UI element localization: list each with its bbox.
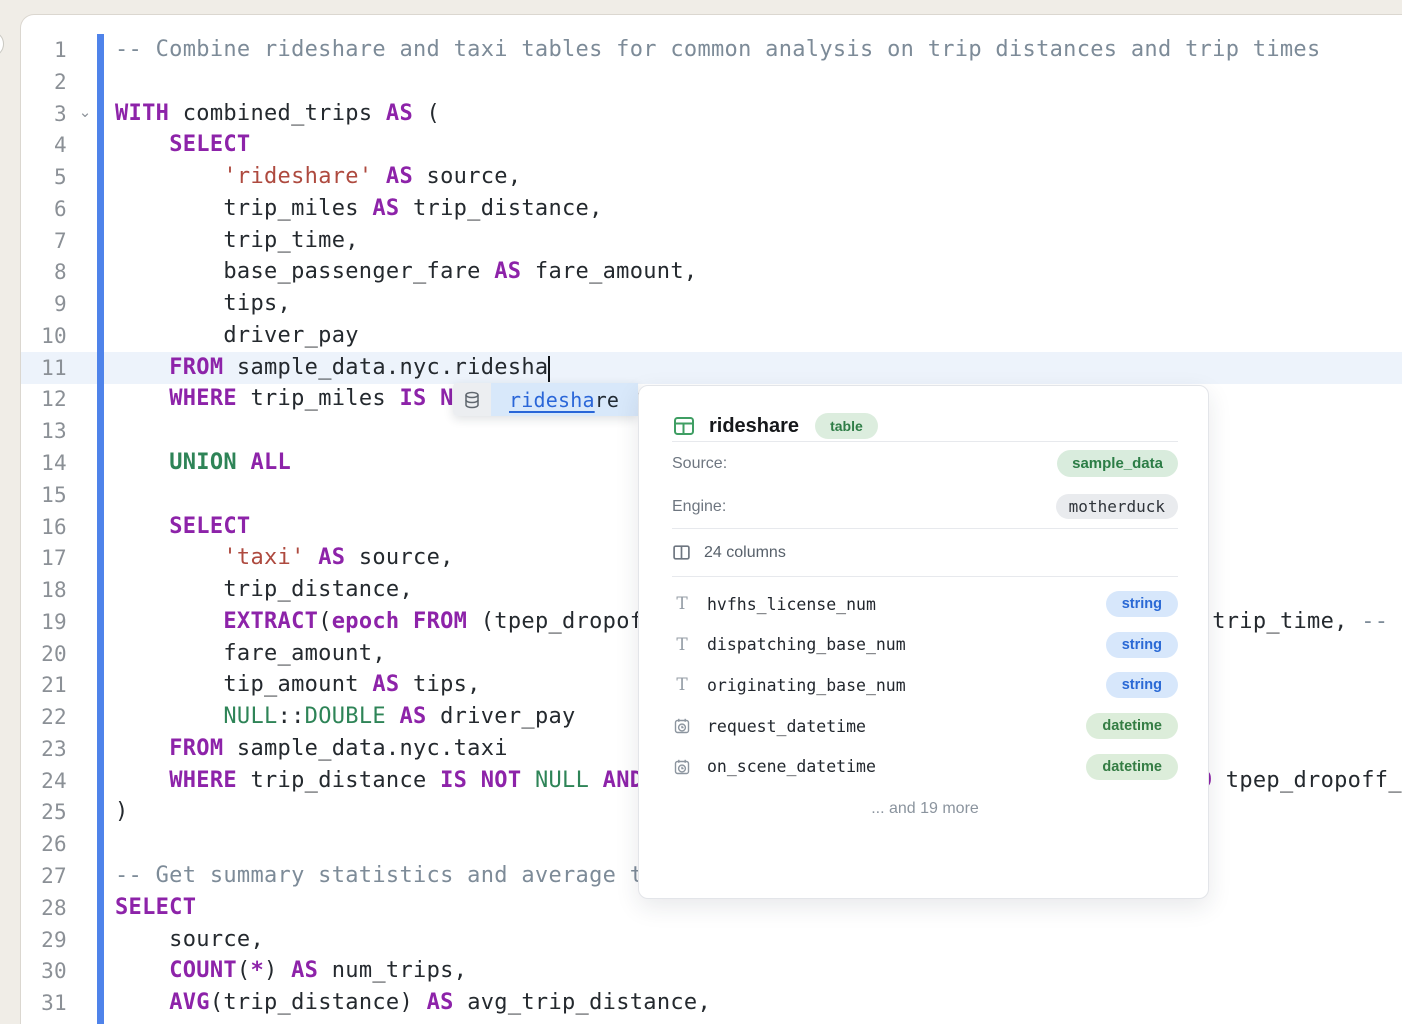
table-icon bbox=[672, 414, 696, 438]
code-line[interactable]: fare_amount, bbox=[115, 638, 386, 670]
column-name: dispatching_base_num bbox=[707, 635, 1091, 654]
code-line[interactable]: trip_distance, bbox=[115, 574, 413, 606]
code-line[interactable]: driver_pay bbox=[115, 320, 359, 352]
column-list: Thvfhs_license_numstringTdispatching_bas… bbox=[672, 584, 1178, 787]
text-type-icon: T bbox=[672, 675, 692, 695]
columns-icon bbox=[672, 543, 691, 562]
source-value-badge: sample_data bbox=[1057, 450, 1178, 477]
source-row: Source: sample_data bbox=[672, 442, 1178, 485]
engine-row: Engine: motherduck bbox=[672, 485, 1178, 528]
column-name: hvfhs_license_num bbox=[707, 595, 1091, 614]
source-label: Source: bbox=[672, 455, 727, 473]
code-line[interactable]: SELECT bbox=[115, 892, 196, 924]
code-line[interactable]: FROM sample_data.nyc.ridesha bbox=[115, 352, 548, 384]
column-type-badge: string bbox=[1106, 591, 1178, 617]
code-line[interactable]: trip_miles AS trip_distance, bbox=[115, 193, 603, 225]
column-row: Tdispatching_base_num string bbox=[672, 625, 1178, 666]
code-line[interactable]: ) bbox=[115, 796, 129, 828]
more-columns-note: ... and 19 more bbox=[672, 800, 1178, 818]
code-line[interactable]: 'taxi' AS source, bbox=[115, 542, 454, 574]
engine-label: Engine: bbox=[672, 498, 726, 516]
column-row: on_scene_datetime datetime bbox=[672, 746, 1178, 787]
column-type-badge: string bbox=[1106, 632, 1178, 658]
code-line[interactable]: COUNT(*) AS num_trips, bbox=[115, 955, 467, 987]
code-line[interactable]: tip_amount AS tips, bbox=[115, 669, 481, 701]
code-line[interactable]: NULL::DOUBLE AS driver_pay bbox=[115, 701, 576, 733]
code-line[interactable]: FROM sample_data.nyc.taxi bbox=[115, 733, 508, 765]
table-card-header: rideshare table bbox=[672, 386, 1178, 441]
autocomplete-dropdown: rideshare bbox=[453, 383, 638, 416]
column-name: originating_base_num bbox=[707, 676, 1091, 695]
code-line[interactable]: tips, bbox=[115, 288, 291, 320]
column-name: on_scene_datetime bbox=[707, 757, 1071, 776]
columns-count-row: 24 columns bbox=[672, 529, 1178, 576]
sql-editor-panel: 123⌄456789101112131415161718192021222324… bbox=[20, 14, 1402, 1024]
column-type-badge: datetime bbox=[1086, 754, 1178, 780]
code-line[interactable]: AVG(trip_distance) AS avg_trip_distance, bbox=[115, 987, 711, 1019]
code-line[interactable]: base_passenger_fare AS fare_amount, bbox=[115, 256, 697, 288]
text-type-icon: T bbox=[672, 594, 692, 614]
column-type-badge: datetime bbox=[1086, 713, 1178, 739]
column-type-badge: string bbox=[1106, 672, 1178, 698]
divider bbox=[672, 576, 1178, 577]
column-name: request_datetime bbox=[707, 717, 1071, 736]
table-info-card: rideshare table Source: sample_data Engi… bbox=[638, 385, 1209, 899]
calendar-clock-icon bbox=[672, 758, 692, 776]
text-cursor bbox=[548, 356, 550, 382]
code-line[interactable]: trip_time, bbox=[115, 225, 359, 257]
calendar-clock-icon bbox=[672, 717, 692, 735]
text-type-icon: T bbox=[672, 635, 692, 655]
code-line[interactable]: AVG(trip_time) AS avg_trip_time, bbox=[115, 1019, 603, 1024]
code-line[interactable]: WITH combined_trips AS ( bbox=[115, 98, 440, 130]
autocomplete-rest-text: re bbox=[595, 388, 619, 412]
column-row: Thvfhs_license_num string bbox=[672, 584, 1178, 625]
code-line[interactable]: UNION ALL bbox=[115, 447, 291, 479]
code-line[interactable]: -- Combine rideshare and taxi tables for… bbox=[115, 34, 1321, 66]
code-line[interactable]: 'rideshare' AS source, bbox=[115, 161, 521, 193]
code-line[interactable]: SELECT bbox=[115, 511, 250, 543]
code-line[interactable]: source, bbox=[115, 924, 264, 956]
autocomplete-typed-text: ridesha bbox=[509, 388, 595, 412]
table-name: rideshare bbox=[709, 415, 799, 438]
column-row: request_datetime datetime bbox=[672, 706, 1178, 747]
sidebar-edge-button[interactable] bbox=[0, 31, 4, 57]
code-line[interactable]: SELECT bbox=[115, 129, 250, 161]
columns-count: 24 columns bbox=[704, 544, 786, 562]
engine-value-badge: motherduck bbox=[1056, 494, 1178, 519]
column-row: Toriginating_base_num string bbox=[672, 665, 1178, 706]
autocomplete-item-rideshare[interactable]: rideshare bbox=[491, 383, 638, 416]
database-icon bbox=[453, 383, 491, 416]
table-type-badge: table bbox=[815, 413, 878, 439]
